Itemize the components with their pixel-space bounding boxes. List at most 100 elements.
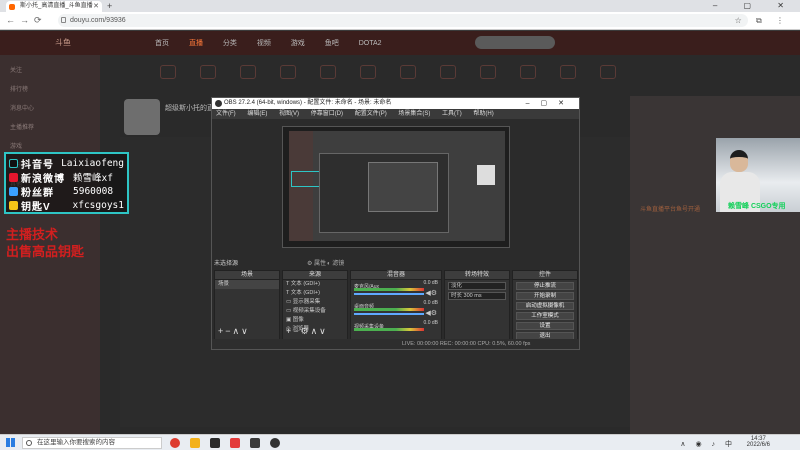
- browser-tab[interactable]: 斯小托_高清直播_斗鱼直播 ✕: [6, 1, 102, 12]
- obs-title-bar[interactable]: OBS 27.2.4 (64-bit, windows) - 配置文件: 未命名…: [212, 98, 579, 109]
- nav-item[interactable]: 分类: [223, 40, 237, 47]
- obs-menu-item[interactable]: 工具(T): [442, 111, 462, 117]
- chrome-icon[interactable]: [170, 438, 180, 448]
- streamer-avatar[interactable]: [124, 99, 160, 135]
- sidebar-item[interactable]: 消息中心: [0, 103, 100, 112]
- scene-controls[interactable]: +−∧∨: [218, 326, 250, 337]
- steam-icon[interactable]: [250, 438, 260, 448]
- close-tab-icon[interactable]: ✕: [93, 1, 99, 12]
- source-item[interactable]: T 文本 (GDI+): [283, 289, 347, 298]
- category-icon-bar: [120, 61, 780, 93]
- start-recording-button[interactable]: 开始录制: [516, 292, 574, 300]
- toolbar-icons[interactable]: ☆ ⧉ ⋮: [735, 16, 790, 26]
- nav-item[interactable]: 直播: [189, 40, 203, 47]
- category-icon[interactable]: [160, 65, 176, 79]
- streamer-info: 超级斯小托的直播: [120, 99, 221, 135]
- social-value: 5960008: [73, 185, 114, 197]
- obs-menu-item[interactable]: 配置文件(P): [355, 111, 387, 117]
- sources-header: 来源: [283, 271, 347, 280]
- sidebar-item[interactable]: 游戏: [0, 141, 100, 150]
- stop-streaming-button[interactable]: 停止推流: [516, 282, 574, 290]
- reload-icon[interactable]: ⟳: [34, 15, 42, 26]
- category-icon[interactable]: [400, 65, 416, 79]
- windows-taskbar: 在这里输入你要搜索的内容 ∧ ◉ ♪ 中 14:37 2022/6/6: [0, 434, 800, 450]
- windows-start-icon[interactable]: [6, 438, 15, 447]
- scenes-dock: 场景 场景 +−∧∨: [214, 270, 280, 340]
- obs-menu-item[interactable]: 编辑(E): [247, 111, 267, 117]
- category-icon[interactable]: [560, 65, 576, 79]
- back-arrow-icon[interactable]: ←: [6, 15, 15, 25]
- nav-item[interactable]: DOTA2: [359, 40, 382, 47]
- window-controls[interactable]: – ▢ ✕: [713, 0, 796, 12]
- studio-mode-button[interactable]: 工作室模式: [516, 312, 574, 320]
- red-text-line: 出售高品钥匙: [6, 244, 85, 259]
- red-text-line: 主播技术: [6, 227, 59, 242]
- virtual-camera-button[interactable]: 启动虚拟摄像机: [516, 302, 574, 310]
- scene-item[interactable]: 场景: [215, 280, 279, 289]
- speaker-icon[interactable]: ◀⚙: [425, 309, 437, 317]
- nav-item[interactable]: 游戏: [291, 40, 305, 47]
- source-controls[interactable]: +−⚙∧∨: [286, 326, 328, 337]
- obs-menu-item[interactable]: 帮助(H): [473, 111, 493, 117]
- url-field[interactable]: douyu.com/93936: [58, 14, 748, 27]
- app-icon[interactable]: [210, 438, 220, 448]
- source-item[interactable]: ▭ 视频采集设备: [283, 307, 347, 316]
- preview-screen: [289, 131, 505, 241]
- volume-slider[interactable]: [354, 293, 424, 295]
- obs-menu-item[interactable]: 视图(V): [279, 111, 299, 117]
- duration-field[interactable]: 时长 300 ms: [448, 292, 506, 300]
- volume-slider[interactable]: [354, 313, 424, 315]
- clock[interactable]: 14:37 2022/6/6: [747, 436, 770, 448]
- obs-preview[interactable]: [282, 126, 510, 248]
- mixer-channel-level: 0.0 dB: [423, 320, 438, 326]
- category-icon[interactable]: [480, 65, 496, 79]
- forward-arrow-icon[interactable]: →: [20, 15, 29, 25]
- source-item[interactable]: T 文本 (GDI+): [283, 280, 347, 289]
- webcam-overlay: 赖雪峰 CSGO专用: [716, 138, 800, 212]
- obs-menu-item[interactable]: 场景集合(S): [398, 111, 430, 117]
- obs-menu-item[interactable]: 文件(F): [216, 111, 236, 117]
- sidebar-item[interactable]: 排行榜: [0, 84, 100, 93]
- obs-window-controls[interactable]: –▢✕: [526, 98, 575, 109]
- sidebar-item[interactable]: 关注: [0, 65, 100, 74]
- obs-window: OBS 27.2.4 (64-bit, windows) - 配置文件: 未命名…: [211, 97, 580, 350]
- category-icon[interactable]: [600, 65, 616, 79]
- transition-select[interactable]: 淡化: [448, 282, 506, 290]
- source-item[interactable]: ▭ 显示器采集: [283, 298, 347, 307]
- sidebar-item[interactable]: 主播推荐: [0, 122, 100, 131]
- obs-app-icon[interactable]: [270, 438, 280, 448]
- category-icon[interactable]: [320, 65, 336, 79]
- scenes-header: 场景: [215, 271, 279, 280]
- category-icon[interactable]: [360, 65, 376, 79]
- obs-title: OBS 27.2.4 (64-bit, windows) - 配置文件: 未命名…: [224, 100, 392, 106]
- social-value: xfcsgoys1: [72, 199, 124, 211]
- douyu-app-icon[interactable]: [230, 438, 240, 448]
- weibo-icon: [9, 172, 18, 182]
- obs-menu-item[interactable]: 停靠窗口(D): [311, 111, 343, 117]
- system-tray-icons[interactable]: ∧ ◉ ♪ 中: [680, 439, 736, 449]
- mixer-channel-level: 0.0 dB: [423, 300, 438, 306]
- new-tab-button[interactable]: +: [107, 0, 112, 12]
- settings-button[interactable]: 设置: [516, 322, 574, 330]
- category-icon[interactable]: [440, 65, 456, 79]
- speaker-icon[interactable]: ◀⚙: [425, 289, 437, 297]
- streamer-head: [730, 150, 748, 172]
- taskbar-search-input[interactable]: 在这里输入你要搜索的内容: [22, 437, 162, 449]
- nav-item[interactable]: 视频: [257, 40, 271, 47]
- filters-button[interactable]: ◐ 滤镜: [327, 258, 344, 267]
- category-icon[interactable]: [520, 65, 536, 79]
- category-icon[interactable]: [240, 65, 256, 79]
- douyu-logo[interactable]: 斗鱼: [55, 37, 71, 48]
- douyu-favicon-icon: [9, 4, 15, 10]
- category-icon[interactable]: [280, 65, 296, 79]
- category-icon[interactable]: [200, 65, 216, 79]
- controls-header: 控件: [513, 271, 577, 280]
- file-explorer-icon[interactable]: [190, 438, 200, 448]
- douyu-search-input[interactable]: [475, 36, 555, 49]
- source-item[interactable]: ▣ 图像: [283, 316, 347, 325]
- nav-item[interactable]: 首页: [155, 40, 169, 47]
- props-button[interactable]: ⚙ 属性: [307, 258, 326, 267]
- nav-item[interactable]: 鱼吧: [325, 40, 339, 47]
- obs-logo-icon: [215, 100, 222, 107]
- preview-webcam: [477, 165, 495, 185]
